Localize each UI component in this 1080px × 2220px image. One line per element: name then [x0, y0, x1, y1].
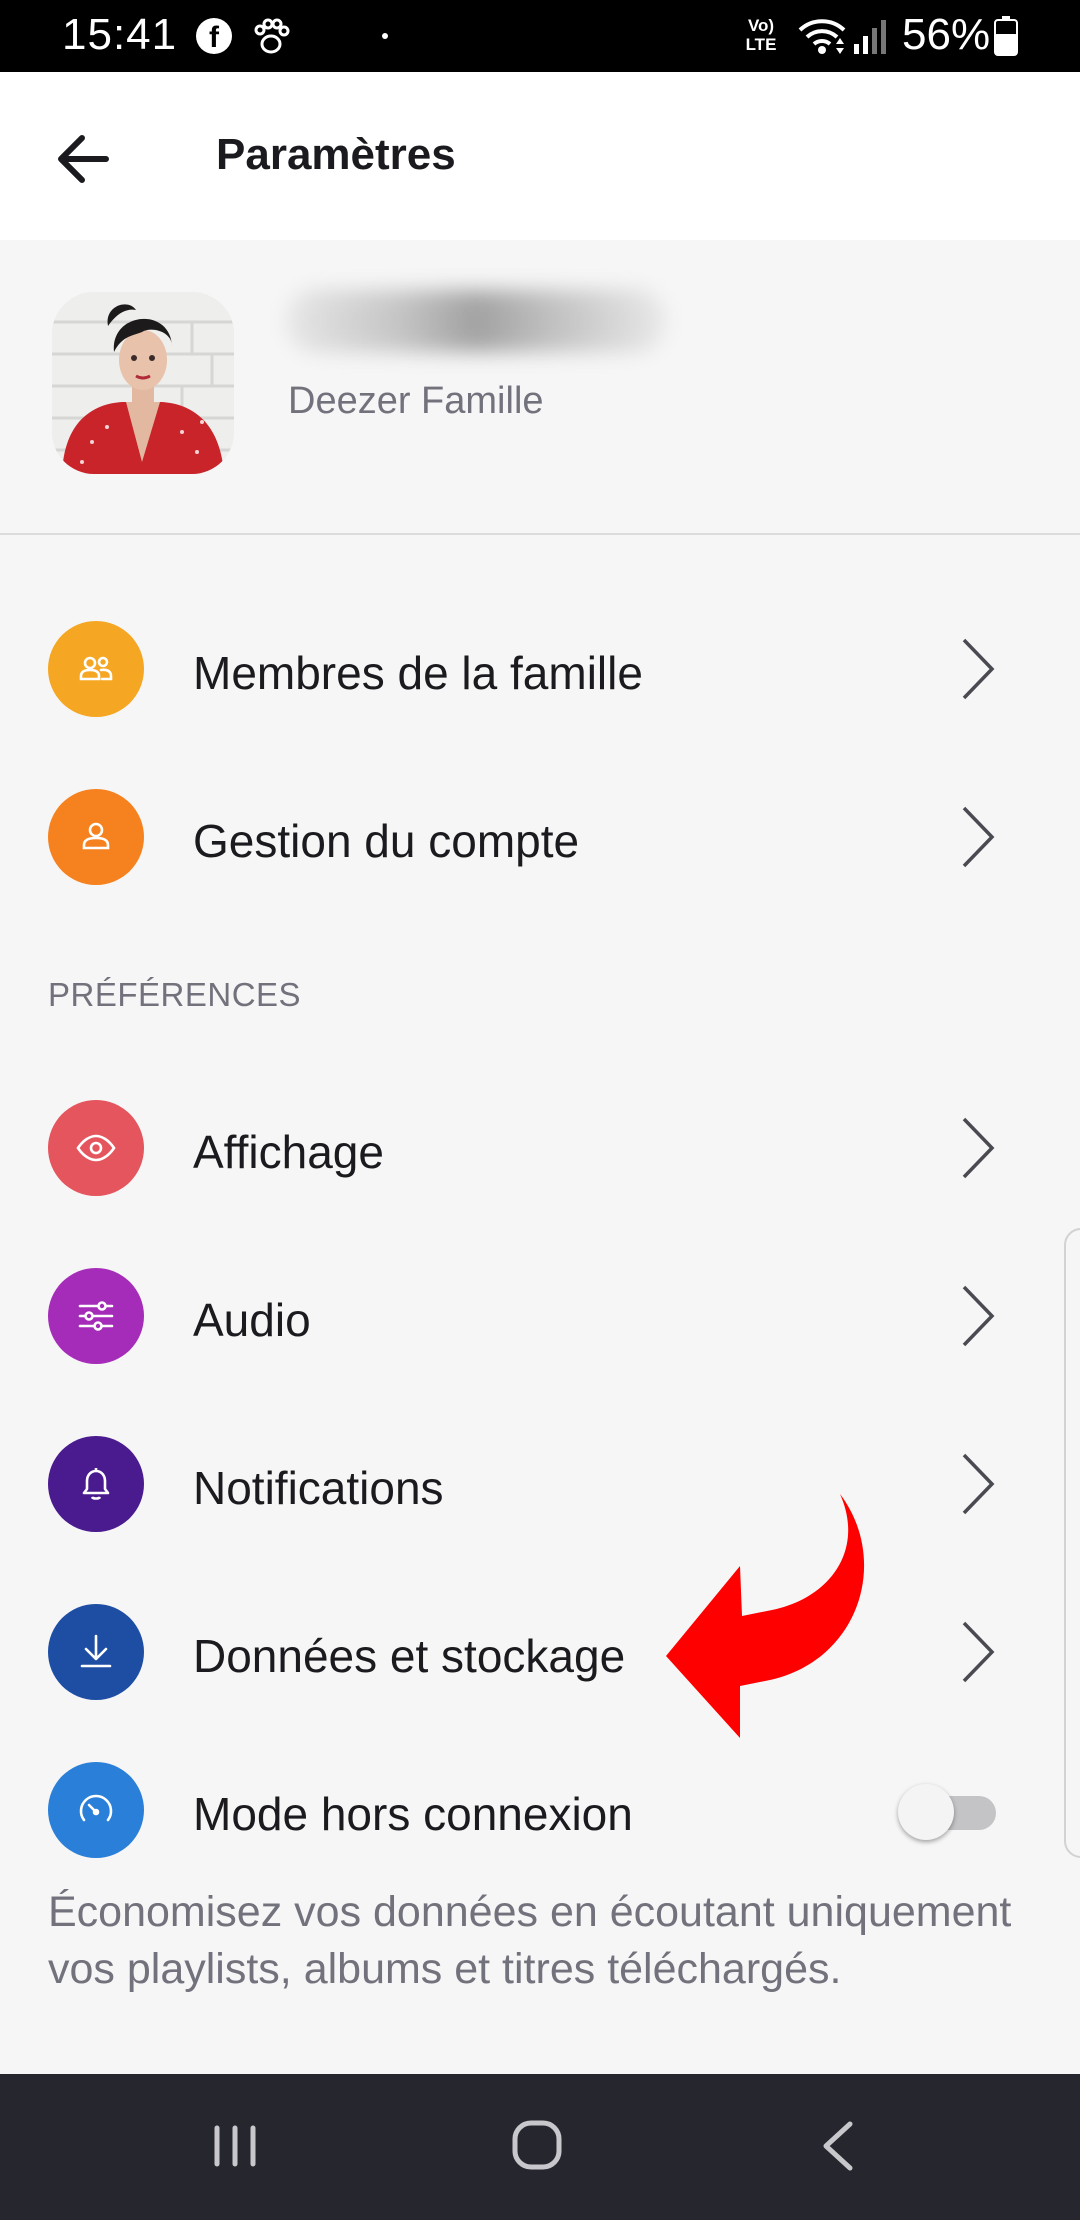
- back-icon[interactable]: [818, 2120, 858, 2172]
- divider: [0, 533, 1080, 535]
- volte-icon: Vo) LTE: [740, 16, 782, 54]
- app-bar: Paramètres: [0, 72, 1080, 240]
- red-arrow-annotation-icon: [666, 1494, 865, 1738]
- row-label: Gestion du compte: [193, 815, 580, 867]
- profile-header[interactable]: Deezer Famille: [0, 240, 1080, 534]
- row-notifications[interactable]: Notifications: [0, 1419, 1080, 1549]
- row-label: Membres de la famille: [193, 647, 643, 699]
- gauge-icon: [48, 1762, 144, 1858]
- sliders-icon: [48, 1268, 144, 1364]
- scroll-indicator: [1064, 1228, 1080, 1858]
- row-label: Notifications: [193, 1462, 444, 1514]
- volte-line2: LTE: [745, 35, 777, 54]
- subscription-plan: Deezer Famille: [288, 380, 544, 422]
- offline-mode-description: Économisez vos données en écoutant uniqu…: [48, 1888, 1012, 1993]
- status-time: 15:41: [62, 10, 178, 59]
- family-icon: [48, 621, 144, 717]
- chevron-right-icon: [962, 1117, 995, 1179]
- volte-line1: Vo): [747, 16, 775, 35]
- row-audio[interactable]: Audio: [0, 1251, 1080, 1381]
- row-label: Affichage: [193, 1126, 384, 1178]
- arrow-left-icon[interactable]: [48, 124, 118, 194]
- username-blurred: [286, 290, 666, 352]
- row-data-storage[interactable]: Données et stockage: [0, 1587, 1080, 1717]
- system-nav-bar: [0, 2074, 1080, 2220]
- recent-apps-icon[interactable]: [210, 2122, 260, 2170]
- chevron-right-icon: [962, 1285, 995, 1347]
- user-icon: [48, 789, 144, 885]
- row-display[interactable]: Affichage: [0, 1083, 1080, 1213]
- battery-percentage: 56%: [902, 10, 991, 59]
- chevron-right-icon: [962, 1621, 995, 1683]
- notification-dot-icon: [382, 33, 388, 39]
- section-header-preferences: PRÉFÉRENCES: [48, 976, 302, 1013]
- bell-icon: [48, 1436, 144, 1532]
- offline-mode-toggle[interactable]: [898, 1782, 998, 1842]
- battery-icon: [994, 16, 1018, 56]
- row-account-management[interactable]: Gestion du compte: [0, 772, 1080, 902]
- avatar[interactable]: [52, 292, 234, 474]
- eye-icon: [48, 1100, 144, 1196]
- page-title: Paramètres: [216, 130, 456, 179]
- chevron-right-icon: [962, 806, 995, 868]
- row-label: Mode hors connexion: [193, 1788, 633, 1840]
- toggle-thumb: [898, 1784, 954, 1840]
- avatar-image: [52, 292, 234, 474]
- download-icon: [48, 1604, 144, 1700]
- status-bar: 15:41 f Vo) LTE 56%: [0, 0, 1080, 72]
- paw-icon: [254, 18, 290, 54]
- chevron-right-icon: [962, 638, 995, 700]
- chevron-right-icon: [962, 1453, 995, 1515]
- facebook-icon: f: [196, 18, 232, 54]
- row-label: Audio: [193, 1294, 311, 1346]
- row-label: Données et stockage: [193, 1630, 626, 1682]
- signal-icon: [854, 20, 886, 54]
- home-icon[interactable]: [510, 2118, 564, 2172]
- wifi-icon: [798, 19, 846, 54]
- row-family-members[interactable]: Membres de la famille: [0, 604, 1080, 734]
